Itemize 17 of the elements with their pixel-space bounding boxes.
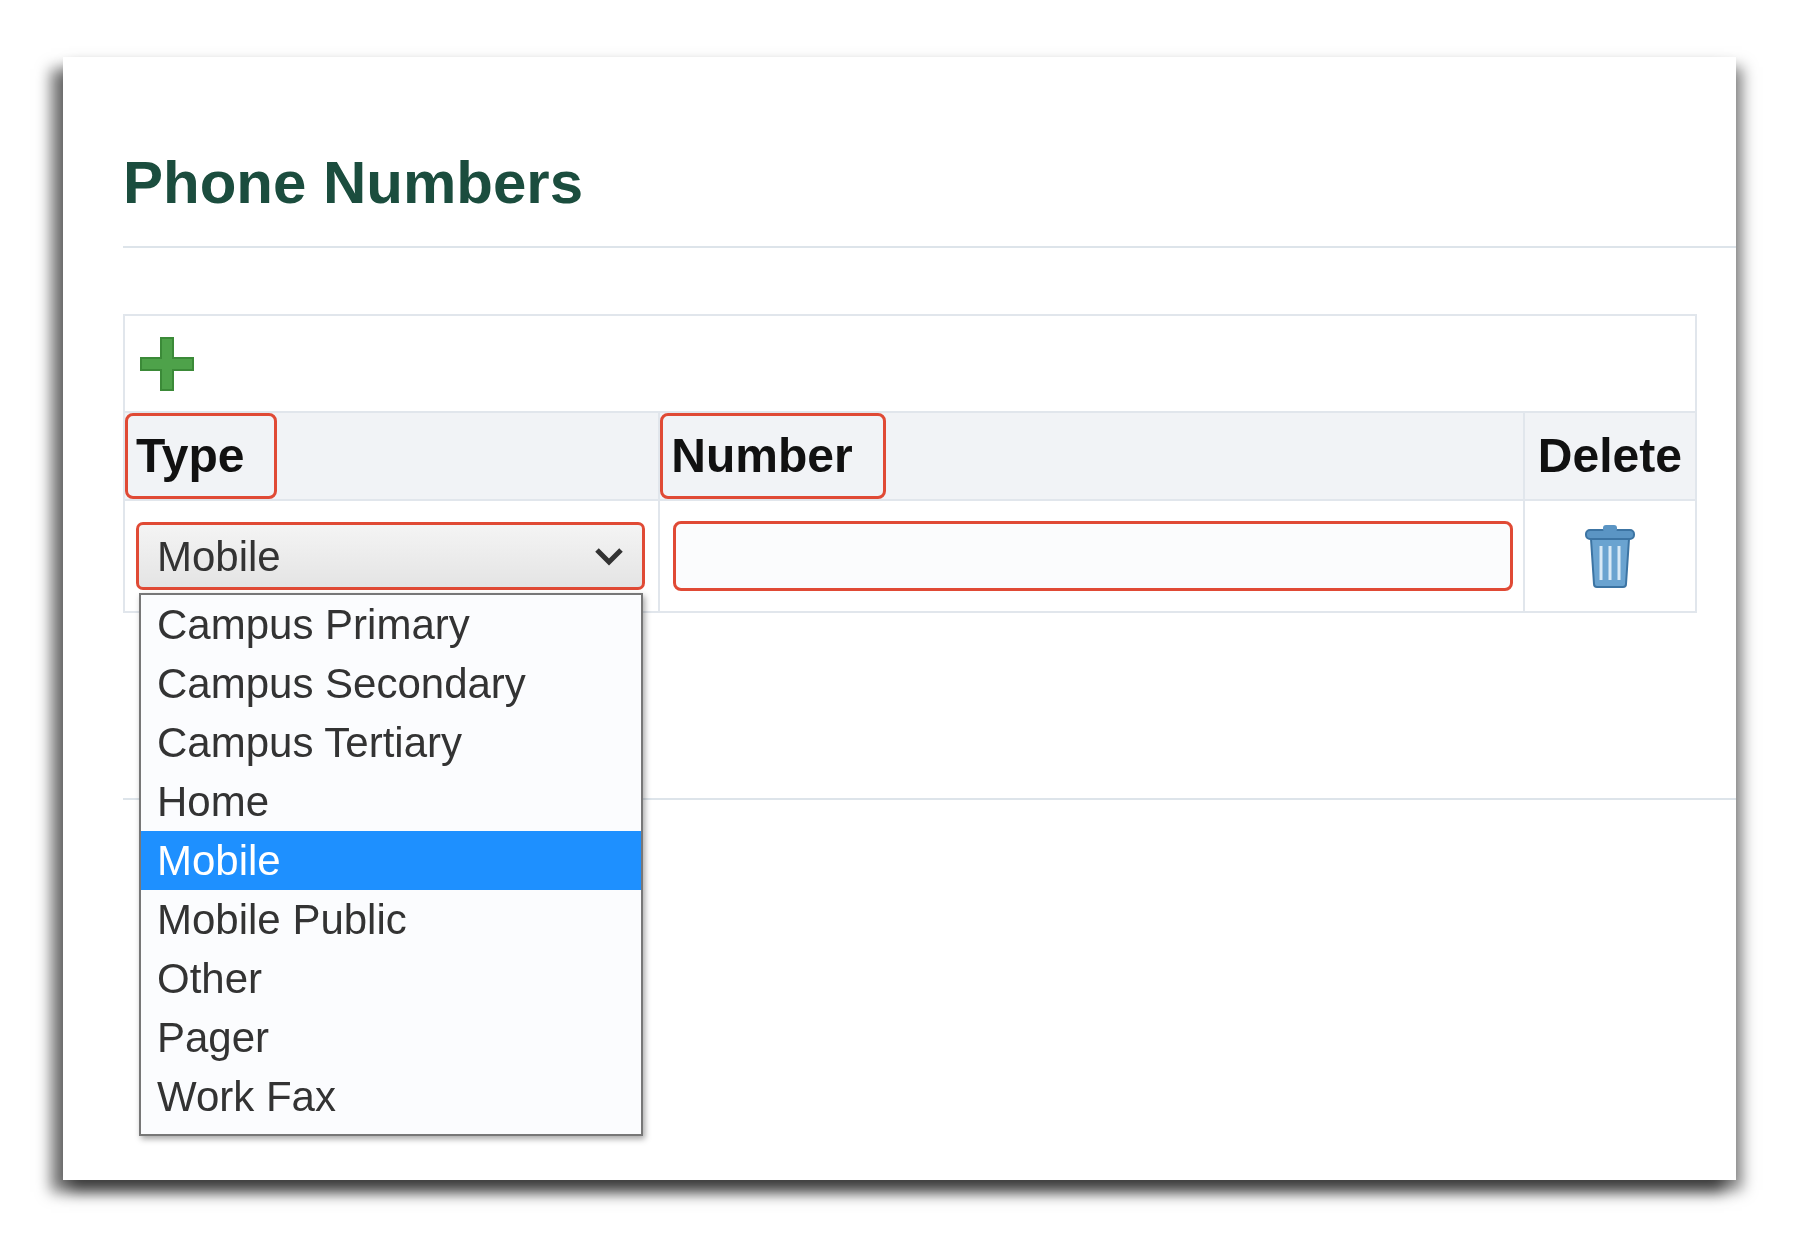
dropdown-option[interactable]: Home — [141, 772, 641, 831]
dropdown-option[interactable]: Campus Primary — [141, 595, 641, 654]
dropdown-option[interactable]: Work Fax — [141, 1067, 641, 1126]
dropdown-option[interactable]: Campus Tertiary — [141, 713, 641, 772]
type-select[interactable]: Mobile — [136, 522, 645, 590]
trash-icon[interactable] — [1583, 524, 1636, 588]
section-title: Phone Numbers — [123, 150, 585, 218]
dropdown-option[interactable]: Other — [141, 949, 641, 1008]
column-header: Number — [660, 413, 886, 499]
dropdown-option[interactable]: Mobile Public — [141, 890, 641, 949]
dropdown-option[interactable]: Pager — [141, 1008, 641, 1067]
column-header: Type — [125, 413, 278, 499]
chevron-icon — [594, 546, 624, 566]
dropdown-option[interactable]: Campus Secondary — [141, 654, 641, 713]
column-header: Delete — [1536, 428, 1683, 484]
number-field[interactable] — [673, 521, 1514, 591]
add-icon[interactable] — [139, 336, 195, 392]
